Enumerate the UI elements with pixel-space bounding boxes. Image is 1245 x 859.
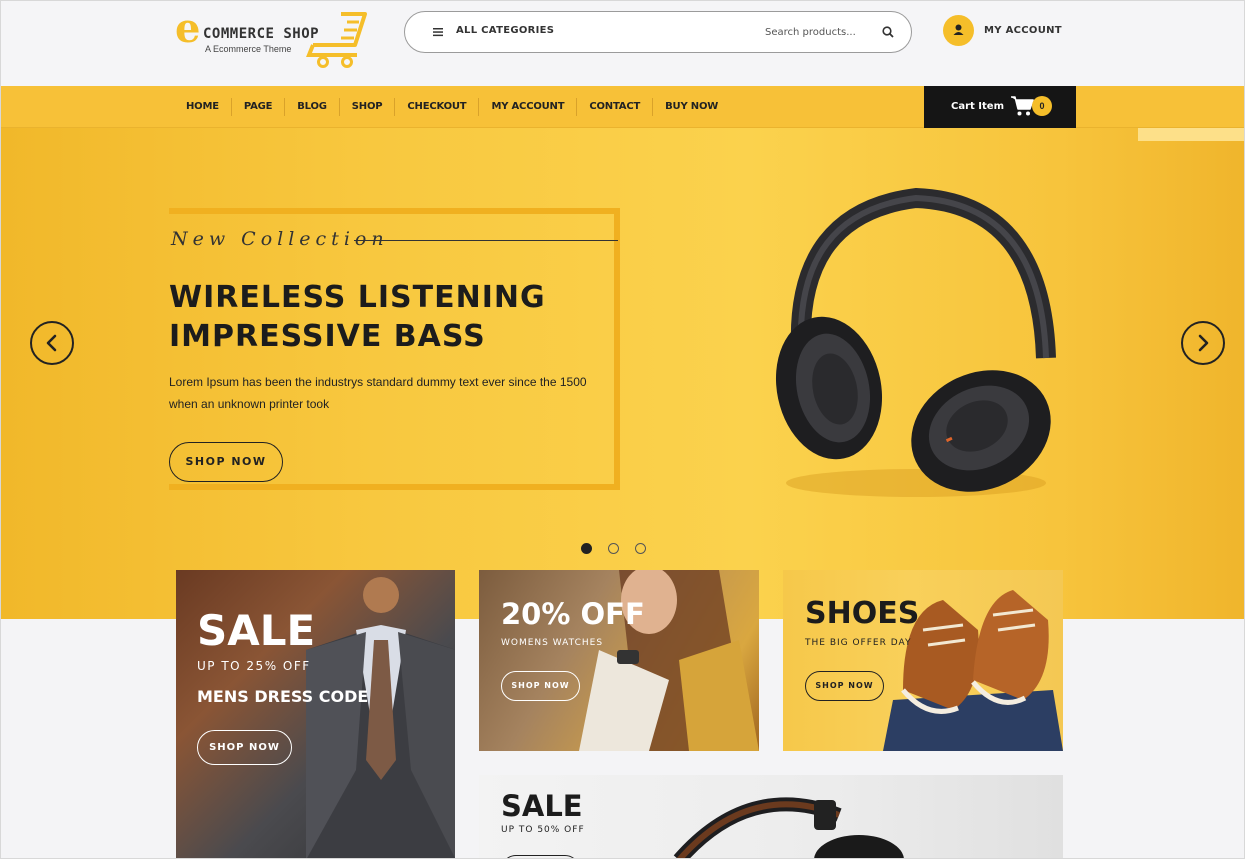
hero-shop-now-button[interactable]: SHOP NOW: [169, 442, 283, 482]
promo-card-watches[interactable]: 20% OFF WOMENS WATCHES SHOP NOW: [479, 570, 759, 751]
promo-shoes-title: SHOES: [805, 596, 920, 631]
promo-sale2-shop-button[interactable]: [501, 855, 580, 858]
nav-item-home[interactable]: HOME: [174, 98, 232, 116]
promo-card-sale-50[interactable]: SALE UP TO 50% OFF: [479, 775, 1063, 858]
my-account-label: MY ACCOUNT: [984, 25, 1062, 36]
nav-item-my-account[interactable]: MY ACCOUNT: [479, 98, 578, 116]
promo-sale-tagline: MENS DRESS CODE: [197, 687, 369, 706]
nav-item-buy-now[interactable]: BUY NOW: [653, 98, 730, 116]
cart-label: Cart Item: [951, 101, 1004, 112]
promo-sale2-title: SALE: [501, 789, 583, 823]
promo-sale-title: SALE: [197, 606, 316, 655]
hero-slider: New Collection WIRELESS LISTENING IMPRES…: [1, 128, 1244, 619]
promo-sale-shop-button[interactable]: SHOP NOW: [197, 730, 292, 765]
nav-item-contact[interactable]: CONTACT: [577, 98, 654, 116]
promo-watches-shop-button[interactable]: SHOP NOW: [501, 671, 580, 701]
slider-prev-button[interactable]: [30, 321, 74, 365]
page-frame: e COMMERCE SHOP A Ecommerce Theme ALL CA…: [0, 0, 1245, 859]
nav-item-shop[interactable]: SHOP: [340, 98, 396, 116]
cart-button[interactable]: Cart Item 0: [924, 86, 1076, 128]
nav-item-blog[interactable]: BLOG: [285, 98, 340, 116]
hero-title: WIRELESS LISTENING IMPRESSIVE BASS: [169, 278, 546, 356]
promo-shoes-subtitle: THE BIG OFFER DAY: [805, 638, 912, 648]
main-navbar: HOME PAGE BLOG SHOP CHECKOUT MY ACCOUNT …: [1, 86, 1244, 128]
logo-cart-icon: [306, 12, 367, 68]
slider-dot-1[interactable]: [581, 543, 592, 554]
hero-title-line-2: IMPRESSIVE BASS: [169, 319, 486, 354]
chevron-left-icon: [46, 334, 57, 352]
search-input[interactable]: [765, 21, 865, 43]
cart-count-badge: 0: [1032, 96, 1052, 116]
chevron-right-icon: [1198, 334, 1209, 352]
search-icon[interactable]: [881, 25, 895, 39]
hero-rule: [354, 240, 618, 241]
menu-icon[interactable]: [431, 25, 445, 39]
hero-title-line-1: WIRELESS LISTENING: [169, 280, 546, 315]
slider-dot-2[interactable]: [608, 543, 619, 554]
shopping-cart-icon: [1011, 96, 1034, 116]
headphones-image: [775, 187, 1056, 497]
slider-dot-3[interactable]: [635, 543, 646, 554]
promo-sale-subtitle: UP TO 25% OFF: [197, 659, 311, 673]
search-bar: ALL CATEGORIES: [404, 11, 912, 53]
slider-next-button[interactable]: [1181, 321, 1225, 365]
site-logo[interactable]: e COMMERCE SHOP A Ecommerce Theme: [173, 9, 373, 71]
promo-sale2-subtitle: UP TO 50% OFF: [501, 825, 585, 835]
all-categories-dropdown[interactable]: ALL CATEGORIES: [456, 25, 554, 36]
logo-tagline: A Ecommerce Theme: [205, 44, 292, 54]
site-header: e COMMERCE SHOP A Ecommerce Theme ALL CA…: [1, 1, 1244, 86]
promo-card-shoes[interactable]: SHOES THE BIG OFFER DAY SHOP NOW: [783, 570, 1063, 751]
nav-item-checkout[interactable]: CHECKOUT: [395, 98, 480, 116]
hero-corner-accent: [1138, 128, 1244, 141]
hero-description: Lorem Ipsum has been the industrys stand…: [169, 375, 587, 411]
hero-frame-bottom: [169, 484, 620, 490]
user-icon: [943, 15, 974, 46]
slider-dots: [581, 543, 646, 554]
promo-watches-title: 20% OFF: [501, 597, 645, 631]
headphones-promo-image: [673, 797, 904, 858]
hero-script-heading: New Collection: [171, 228, 389, 250]
main-nav: HOME PAGE BLOG SHOP CHECKOUT MY ACCOUNT …: [174, 86, 730, 128]
promo-shoes-shop-button[interactable]: SHOP NOW: [805, 671, 884, 701]
nav-item-page[interactable]: PAGE: [232, 98, 286, 116]
logo-e-mark: e: [175, 5, 201, 52]
promo-watches-subtitle: WOMENS WATCHES: [501, 638, 604, 648]
promo-card-mens-sale[interactable]: SALE UP TO 25% OFF MENS DRESS CODE SHOP …: [176, 570, 455, 858]
